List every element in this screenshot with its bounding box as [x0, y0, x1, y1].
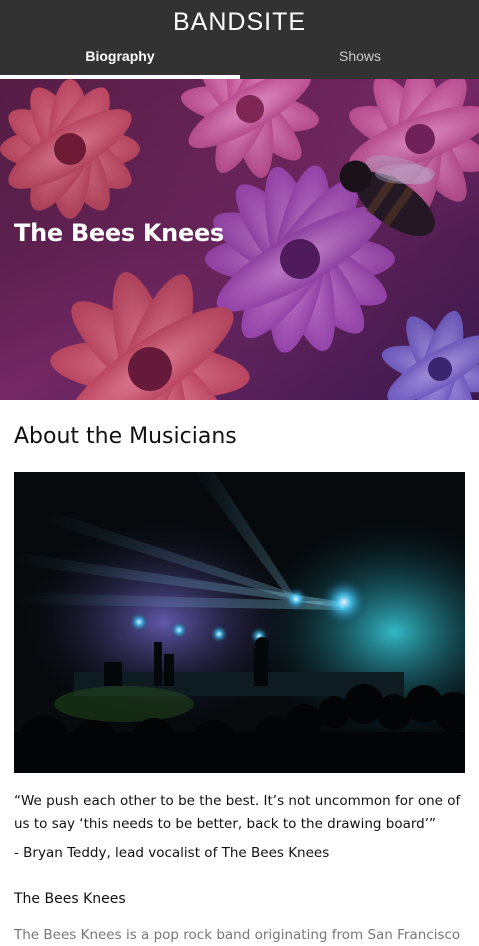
brand-logo-text[interactable]: BANDSITE [0, 8, 479, 37]
concert-photo [14, 472, 465, 773]
tab-shows-label: Shows [338, 48, 382, 64]
band-description: The Bees Knees is a pop rock band origin… [14, 927, 461, 943]
concert-stage-image [14, 472, 465, 773]
hero-banner: The Bees Knees [0, 79, 479, 400]
hero-title: The Bees Knees [14, 219, 224, 247]
band-quote: “We push each other to be the best. It’s… [14, 793, 461, 832]
section-heading: About the Musicians [14, 424, 237, 449]
quote-attribution: - Bryan Teddy, lead vocalist of The Bees… [14, 845, 330, 861]
site-header: BANDSITE Biography Shows [0, 0, 479, 79]
tab-biography[interactable]: Biography [0, 46, 240, 79]
nav-tabs: Biography Shows [0, 46, 479, 79]
tab-shows[interactable]: Shows [240, 46, 479, 79]
band-subheading: The Bees Knees [14, 891, 126, 907]
tab-biography-label: Biography [85, 48, 155, 64]
